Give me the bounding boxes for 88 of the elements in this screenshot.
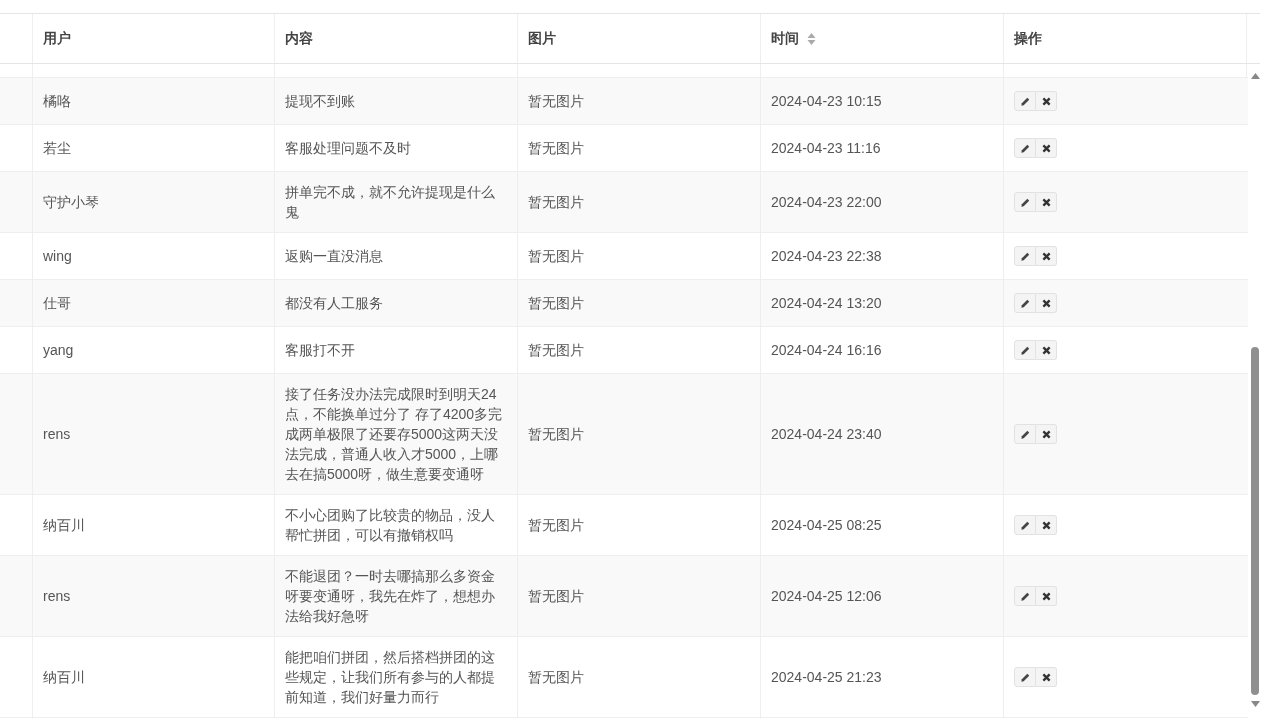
feedback-content: 返购一直没消息 xyxy=(285,247,383,266)
close-icon xyxy=(1041,96,1051,106)
pencil-icon xyxy=(1019,590,1031,602)
feedback-content: 拼单完不成，就不允许提现是什么鬼 xyxy=(285,183,496,222)
edit-button[interactable] xyxy=(1014,340,1036,360)
image-status: 暂无图片 xyxy=(528,587,584,606)
scrollbar-thumb[interactable] xyxy=(1251,347,1259,695)
user-name: 纳百川 xyxy=(43,668,85,687)
delete-button[interactable] xyxy=(1036,586,1057,606)
edit-button[interactable] xyxy=(1014,667,1036,687)
scroll-up-icon[interactable] xyxy=(1250,73,1260,79)
image-status: 暂无图片 xyxy=(528,341,584,360)
time-text: 2024-04-24 23:40 xyxy=(771,425,882,444)
feedback-content: 客服打不开 xyxy=(285,341,355,360)
close-icon xyxy=(1041,520,1051,530)
edit-button[interactable] xyxy=(1014,293,1036,313)
time-text: 2024-04-25 12:06 xyxy=(771,587,882,606)
user-name: 若尘 xyxy=(43,139,71,158)
feedback-content: 客服处理问题不及时 xyxy=(285,139,411,158)
column-header: 内容 xyxy=(285,29,313,48)
time-text: 2024-04-23 22:38 xyxy=(771,247,882,266)
edit-button[interactable] xyxy=(1014,192,1036,212)
pencil-icon xyxy=(1019,428,1031,440)
pencil-icon xyxy=(1019,297,1031,309)
column-header: 图片 xyxy=(528,29,556,48)
image-status: 暂无图片 xyxy=(528,425,584,444)
time-text: 2024-04-23 11:16 xyxy=(771,139,881,158)
close-icon xyxy=(1041,672,1051,682)
pencil-icon xyxy=(1019,671,1031,683)
delete-button[interactable] xyxy=(1036,91,1057,111)
time-text: 2024-04-24 13:20 xyxy=(771,294,882,313)
close-icon xyxy=(1041,251,1051,261)
column-header[interactable]: 时间 xyxy=(771,28,799,49)
delete-button[interactable] xyxy=(1036,515,1057,535)
delete-button[interactable] xyxy=(1036,424,1057,444)
image-status: 暂无图片 xyxy=(528,247,584,266)
delete-button[interactable] xyxy=(1036,667,1057,687)
close-icon xyxy=(1041,429,1051,439)
edit-button[interactable] xyxy=(1014,424,1036,444)
column-header: 操作 xyxy=(1014,29,1042,48)
delete-button[interactable] xyxy=(1036,293,1057,313)
pencil-icon xyxy=(1019,250,1031,262)
user-name: 守护小琴 xyxy=(43,193,99,212)
pencil-icon xyxy=(1019,95,1031,107)
edit-button[interactable] xyxy=(1014,91,1036,111)
feedback-content: 提现不到账 xyxy=(285,92,355,111)
delete-button[interactable] xyxy=(1036,246,1057,266)
image-status: 暂无图片 xyxy=(528,668,584,687)
image-status: 暂无图片 xyxy=(528,193,584,212)
close-icon xyxy=(1041,197,1051,207)
user-name: 纳百川 xyxy=(43,516,85,535)
image-status: 暂无图片 xyxy=(528,516,584,535)
edit-button[interactable] xyxy=(1014,515,1036,535)
close-icon xyxy=(1041,143,1051,153)
edit-button[interactable] xyxy=(1014,586,1036,606)
edit-button[interactable] xyxy=(1014,138,1036,158)
user-name: rens xyxy=(43,425,71,444)
delete-button[interactable] xyxy=(1036,340,1057,360)
feedback-content: 都没有人工服务 xyxy=(285,294,383,313)
image-status: 暂无图片 xyxy=(528,294,584,313)
delete-button[interactable] xyxy=(1036,138,1057,158)
time-text: 2024-04-25 08:25 xyxy=(771,516,882,535)
edit-button[interactable] xyxy=(1014,246,1036,266)
user-name: wing xyxy=(43,247,72,266)
time-text: 2024-04-23 22:00 xyxy=(771,193,882,212)
time-text: 2024-04-25 21:23 xyxy=(771,668,882,687)
user-name: yang xyxy=(43,341,74,360)
user-name: 仕哥 xyxy=(43,294,71,313)
pencil-icon xyxy=(1019,196,1031,208)
image-status: 暂无图片 xyxy=(528,92,584,111)
image-status: 暂无图片 xyxy=(528,139,584,158)
close-icon xyxy=(1041,591,1051,601)
user-name: 橘咯 xyxy=(43,92,71,111)
feedback-content: 不小心团购了比较贵的物品，没人帮忙拼团，可以有撤销权吗 xyxy=(285,506,496,545)
feedback-content: 接了任务没办法完成限时到明天24点，不能换单过分了 存了4200多完成两单极限了还要存5000这两天没法完成，普通人收入才5000，上哪去在搞5000呀，做生意要变通呀 xyxy=(285,385,504,484)
scroll-down-icon[interactable] xyxy=(1250,701,1260,707)
delete-button[interactable] xyxy=(1036,192,1057,212)
pencil-icon xyxy=(1019,344,1031,356)
close-icon xyxy=(1041,298,1051,308)
pencil-icon xyxy=(1019,519,1031,531)
close-icon xyxy=(1041,345,1051,355)
feedback-content: 能把咱们拼团，然后搭档拼团的这些规定，让我们所有参与的人都提前知道，我们好量力而行 xyxy=(285,648,496,707)
user-name: rens xyxy=(43,587,71,606)
column-header: 用户 xyxy=(43,29,71,48)
time-text: 2024-04-23 10:15 xyxy=(771,92,882,111)
pencil-icon xyxy=(1019,142,1031,154)
feedback-content: 不能退团？一时去哪搞那么多资金呀要变通呀，我先在炸了，想想办法给我好急呀 xyxy=(285,567,496,626)
time-text: 2024-04-24 16:16 xyxy=(771,341,882,360)
